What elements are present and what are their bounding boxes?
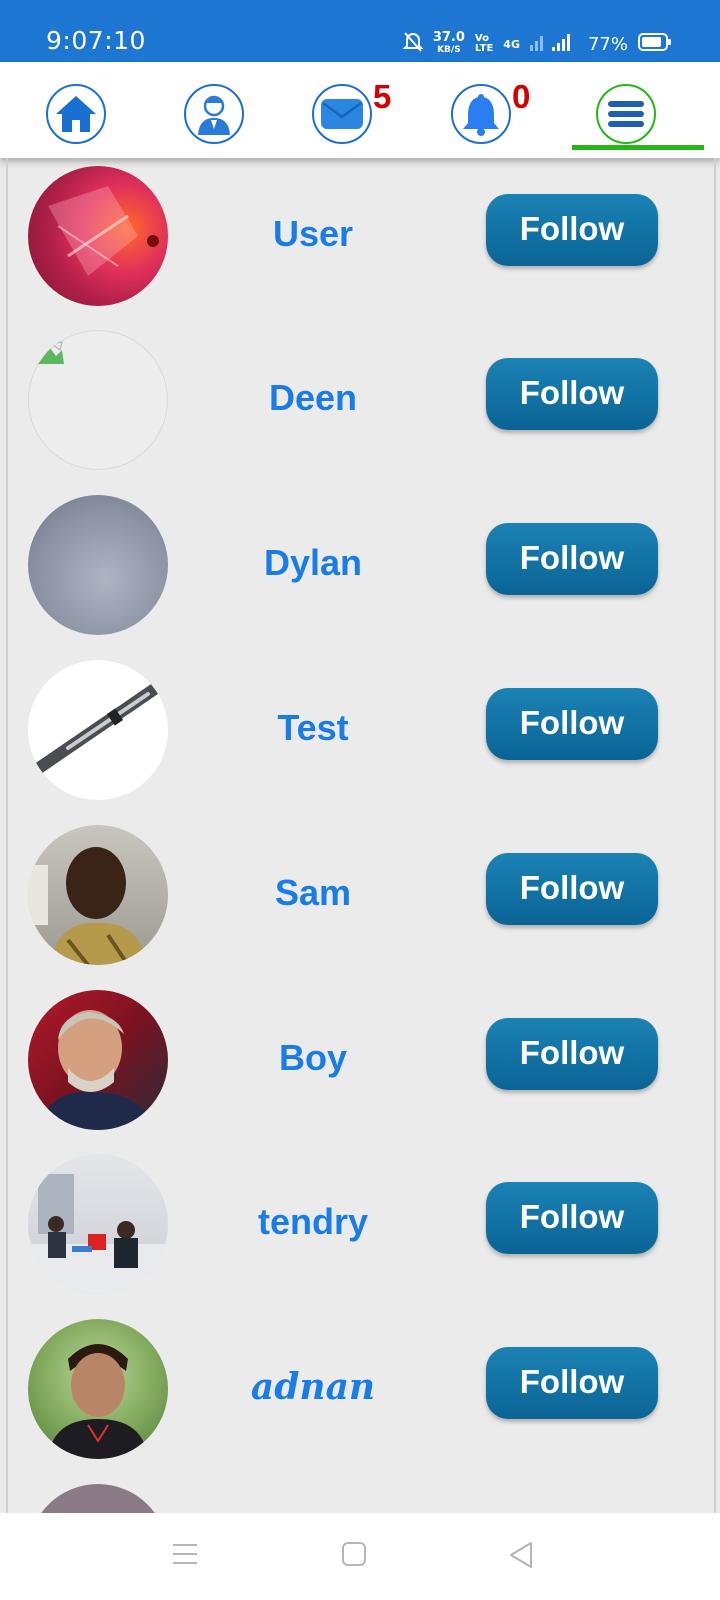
avatar[interactable] (28, 1319, 168, 1459)
volte-indicator: Vo LTE (475, 34, 493, 54)
nav-menu[interactable] (596, 84, 656, 144)
messages-badge: 5 (373, 78, 392, 115)
username[interactable]: Test (178, 707, 448, 749)
user-list[interactable]: User Follow Deen Follow Dylan Follow Tes… (6, 158, 716, 1513)
avatar[interactable] (28, 166, 168, 306)
list-item: User Follow (8, 158, 714, 326)
username[interactable]: Deen (178, 377, 448, 419)
list-item: Boy Follow (8, 982, 714, 1150)
status-bar: 9:07:10 37.0 KB/S Vo LTE 4G 77% (0, 0, 720, 62)
system-nav-bar (0, 1513, 720, 1600)
home-square-icon[interactable] (341, 1541, 367, 1571)
top-nav: 5 0 (0, 62, 720, 158)
speed-value: 37.0 (432, 30, 465, 45)
menu-lines-icon[interactable] (172, 1541, 198, 1571)
volte-bottom: LTE (474, 43, 494, 54)
follow-button[interactable]: Follow (486, 1182, 658, 1254)
list-item: Deen Follow (8, 322, 714, 490)
person-icon (191, 91, 237, 137)
avatar[interactable] (28, 825, 168, 965)
avatar[interactable] (28, 495, 168, 635)
follow-button[interactable]: Follow (486, 1347, 658, 1419)
nav-home[interactable] (46, 84, 106, 144)
username[interactable]: tendry (178, 1201, 448, 1243)
username[interactable]: Boy (178, 1037, 448, 1079)
notifications-badge: 0 (512, 78, 531, 115)
avatar[interactable] (28, 330, 168, 470)
follow-button[interactable]: Follow (486, 358, 658, 430)
follow-button[interactable]: Follow (486, 688, 658, 760)
list-item-partial (8, 1476, 714, 1513)
list-item: Sam Follow (8, 817, 714, 985)
network-speed: 37.0 KB/S (432, 30, 465, 56)
envelope-icon (319, 97, 365, 131)
hamburger-icon (606, 97, 646, 131)
follow-button[interactable]: Follow (486, 194, 658, 266)
list-item: Dylan Follow (8, 487, 714, 655)
list-item: tendry Follow (8, 1146, 714, 1314)
username[interactable]: adnan (178, 1366, 448, 1408)
clock: 9:07:10 (46, 26, 146, 55)
back-triangle-icon[interactable] (507, 1541, 535, 1573)
bell-icon (461, 91, 501, 137)
list-item: adnan Follow (8, 1311, 714, 1479)
mute-bell-icon (402, 31, 424, 58)
username[interactable]: Dylan (178, 542, 448, 584)
username[interactable]: User (178, 213, 448, 255)
speed-unit: KB/S (437, 45, 461, 55)
battery-icon (638, 32, 672, 57)
active-tab-indicator (572, 145, 704, 150)
avatar[interactable] (28, 660, 168, 800)
nav-messages[interactable] (312, 84, 372, 144)
username[interactable]: Sam (178, 872, 448, 914)
follow-button[interactable]: Follow (486, 523, 658, 595)
status-icons: 37.0 KB/S Vo LTE 4G 77% (402, 30, 672, 58)
list-item: Test Follow (8, 652, 714, 820)
nav-notifications[interactable] (451, 84, 511, 144)
home-icon (53, 93, 99, 135)
signal-icon (529, 31, 578, 58)
network-type: 4G (503, 37, 520, 51)
avatar[interactable] (28, 1154, 168, 1294)
avatar[interactable] (28, 1484, 168, 1513)
avatar[interactable] (28, 990, 168, 1130)
battery-percent: 77% (587, 33, 628, 55)
follow-button[interactable]: Follow (486, 853, 658, 925)
follow-button[interactable]: Follow (486, 1018, 658, 1090)
nav-profile[interactable] (184, 84, 244, 144)
broken-image-icon (36, 340, 66, 370)
